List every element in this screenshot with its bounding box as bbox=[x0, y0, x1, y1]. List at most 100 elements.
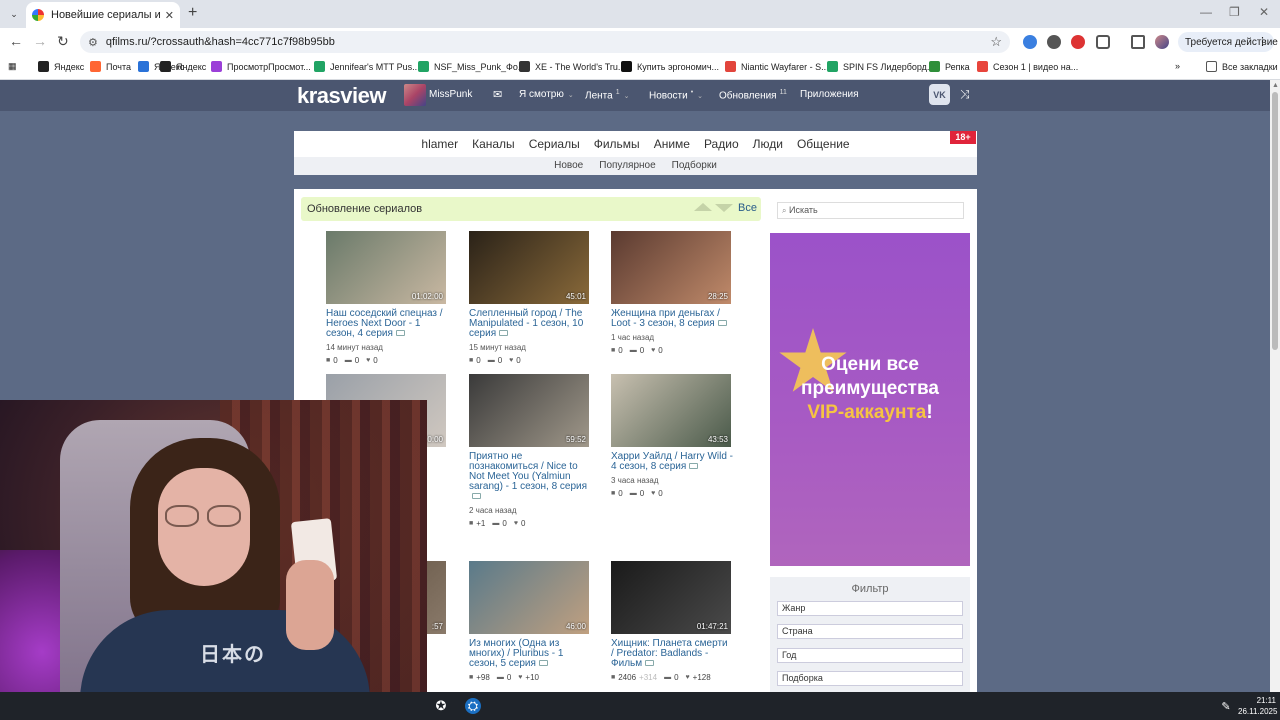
bookmark-item[interactable]: Почта bbox=[90, 61, 131, 72]
series-card[interactable]: 46:00 Из многих (Одна из многих) / Plurib… bbox=[469, 561, 591, 682]
reload-icon[interactable]: ↻ bbox=[57, 33, 69, 50]
card-title-link[interactable]: Женщина при деньгах / Loot - 3 сезон, 8 … bbox=[611, 309, 733, 329]
tab-search-icon[interactable]: ⌄ bbox=[6, 6, 22, 22]
video-thumbnail[interactable]: 46:00 bbox=[469, 561, 589, 634]
series-card[interactable]: 45:01 Слепленный город / The Manipulated … bbox=[469, 231, 591, 365]
video-thumbnail[interactable]: 59:52 bbox=[469, 374, 589, 447]
series-card[interactable]: 28:25 Женщина при деньгах / Loot - 3 сезо… bbox=[611, 231, 733, 355]
video-thumbnail[interactable]: 01:02:00 bbox=[326, 231, 446, 304]
steam-icon[interactable]: ⛭ bbox=[465, 698, 481, 714]
nav-sub-item[interactable]: Подборки bbox=[672, 160, 717, 175]
filter-collection[interactable]: Подборка bbox=[777, 671, 963, 686]
app-icon[interactable]: ✪ bbox=[433, 698, 449, 714]
address-bar[interactable]: ⚙ qfilms.ru/?crossauth&hash=4cc771c7f98b… bbox=[80, 31, 1010, 53]
shuffle-icon[interactable]: ⤨ bbox=[960, 87, 970, 102]
series-card[interactable]: 01:47:21 Хищник: Планета смерти / Predato… bbox=[611, 561, 733, 682]
close-tab-icon[interactable]: ✕ bbox=[165, 9, 174, 22]
clock[interactable]: 21:11 26.11.2025 bbox=[1238, 695, 1277, 717]
back-icon[interactable]: ← bbox=[9, 33, 23, 49]
card-title-link[interactable]: Хищник: Планета смерти / Predator: Badla… bbox=[611, 639, 733, 669]
menu-apps[interactable]: Приложения bbox=[800, 89, 859, 100]
sort-up-icon[interactable] bbox=[694, 203, 712, 211]
apps-grid-icon[interactable]: ▦ bbox=[8, 61, 17, 72]
nav-item[interactable]: Фильмы bbox=[594, 135, 640, 157]
stat-likes[interactable]: ♥ 0 bbox=[651, 489, 663, 498]
vk-icon[interactable]: VK bbox=[929, 84, 950, 105]
extension-icon[interactable] bbox=[1047, 35, 1061, 49]
bookmark-item[interactable]: Репка bbox=[929, 61, 970, 72]
card-title-link[interactable]: Из многих (Одна из многих) / Pluribus - … bbox=[469, 639, 591, 669]
stat-likes[interactable]: ♥ +10 bbox=[518, 673, 539, 682]
bookmark-item[interactable]: Купить эргономич... bbox=[621, 61, 719, 72]
card-title-link[interactable]: Наш соседский спецназ / Heroes Next Door… bbox=[326, 309, 448, 339]
stat-likes[interactable]: ♥ 0 bbox=[514, 519, 526, 528]
all-link[interactable]: Все bbox=[738, 202, 757, 214]
sort-down-icon[interactable] bbox=[715, 204, 733, 212]
nav-sub-item[interactable]: Новое bbox=[554, 160, 583, 175]
pen-icon[interactable]: ✎ bbox=[1218, 698, 1234, 714]
new-tab-icon[interactable]: + bbox=[188, 4, 197, 22]
browser-menu-icon[interactable]: ⋮ bbox=[1257, 35, 1268, 48]
all-bookmarks[interactable]: Все закладки bbox=[1206, 61, 1278, 72]
active-tab[interactable]: Новейшие сериалы и фильмы ✕ bbox=[26, 2, 180, 28]
forward-icon[interactable]: → bbox=[33, 33, 47, 49]
menu-news[interactable]: Новости •⌄ bbox=[649, 89, 703, 101]
avatar[interactable] bbox=[404, 84, 426, 106]
filter-genre[interactable]: Жанр bbox=[777, 601, 963, 616]
bookmark-item[interactable]: ПросмотрПросмот... bbox=[211, 61, 311, 72]
nav-item[interactable]: Сериалы bbox=[529, 135, 580, 157]
site-logo[interactable]: krasview bbox=[297, 83, 386, 109]
video-thumbnail[interactable]: 28:25 bbox=[611, 231, 731, 304]
video-thumbnail[interactable]: 01:47:21 bbox=[611, 561, 731, 634]
extension-icon[interactable] bbox=[1023, 35, 1037, 49]
series-card[interactable]: 01:02:00 Наш соседский спецназ / Heroes N… bbox=[326, 231, 448, 365]
bookmark-item[interactable]: Jennifear's MTT Pus... bbox=[314, 61, 420, 72]
stat-likes[interactable]: ♥ +128 bbox=[686, 673, 711, 682]
card-title-link[interactable]: Слепленный город / The Manipulated - 1 с… bbox=[469, 309, 591, 339]
menu-updates[interactable]: Обновления 11 bbox=[719, 89, 787, 101]
bookmark-item[interactable]: Яндекс bbox=[160, 61, 206, 72]
video-thumbnail[interactable]: 43:53 bbox=[611, 374, 731, 447]
series-card[interactable]: 59:52 Приятно не познакомиться / Nice to … bbox=[469, 374, 591, 528]
bookmark-item[interactable]: Яндекс bbox=[38, 61, 84, 72]
bookmark-item[interactable]: NSF_Miss_Punk_Фо... bbox=[418, 61, 525, 72]
nav-item[interactable]: hlamer bbox=[421, 135, 458, 157]
scroll-up-icon[interactable]: ▲ bbox=[1272, 82, 1279, 89]
site-info-icon[interactable]: ⚙ bbox=[88, 36, 98, 49]
bookmark-item[interactable]: Сезон 1 | видео на... bbox=[977, 61, 1078, 72]
restore-icon[interactable]: ❐ bbox=[1229, 5, 1240, 19]
nav-item[interactable]: Радио bbox=[704, 135, 739, 157]
nav-item[interactable]: Люди bbox=[753, 135, 783, 157]
reading-list-icon[interactable] bbox=[1131, 35, 1145, 49]
scroll-thumb[interactable] bbox=[1272, 92, 1278, 350]
nav-item[interactable]: Общение bbox=[797, 135, 850, 157]
nav-item[interactable]: Аниме bbox=[654, 135, 690, 157]
bookmark-item[interactable]: SPIN FS Лидерборд... bbox=[827, 61, 934, 72]
stat-likes[interactable]: ♥ 0 bbox=[366, 356, 378, 365]
bookmark-item[interactable]: Niantic Wayfarer - S... bbox=[725, 61, 829, 72]
vip-banner[interactable]: Оцени все преимущества VIP-аккаунта! bbox=[770, 233, 970, 566]
menu-feed[interactable]: Лента 1⌄ bbox=[585, 89, 629, 101]
menu-watching[interactable]: Я смотрю ⌄ bbox=[519, 89, 574, 100]
username[interactable]: MissPunk bbox=[429, 89, 472, 100]
extensions-puzzle-icon[interactable] bbox=[1096, 35, 1110, 49]
page-scrollbar[interactable]: ▲ bbox=[1270, 80, 1280, 692]
more-bookmarks-icon[interactable]: » bbox=[1175, 61, 1180, 71]
mail-icon[interactable]: ✉ bbox=[493, 88, 502, 101]
stat-likes[interactable]: ♥ 0 bbox=[651, 346, 663, 355]
profile-avatar[interactable] bbox=[1155, 35, 1169, 49]
search-input[interactable]: ⌕ Искать bbox=[777, 202, 964, 219]
card-title-link[interactable]: Приятно не познакомиться / Nice to Not M… bbox=[469, 452, 591, 502]
filter-year[interactable]: Год bbox=[777, 648, 963, 663]
stat-likes[interactable]: ♥ 0 bbox=[509, 356, 521, 365]
filter-country[interactable]: Страна bbox=[777, 624, 963, 639]
video-thumbnail[interactable]: 45:01 bbox=[469, 231, 589, 304]
bookmark-star-icon[interactable]: ☆ bbox=[990, 34, 1002, 50]
extension-icon[interactable] bbox=[1071, 35, 1085, 49]
minimize-icon[interactable]: — bbox=[1200, 5, 1212, 19]
nav-sub-item[interactable]: Популярное bbox=[599, 160, 655, 175]
series-card[interactable]: 43:53 Харри Уайлд / Harry Wild - 4 сезон,… bbox=[611, 374, 733, 498]
close-window-icon[interactable]: ✕ bbox=[1259, 5, 1269, 19]
action-required-button[interactable]: Требуется действие ⋮ bbox=[1178, 32, 1278, 52]
nav-item[interactable]: Каналы bbox=[472, 135, 515, 157]
